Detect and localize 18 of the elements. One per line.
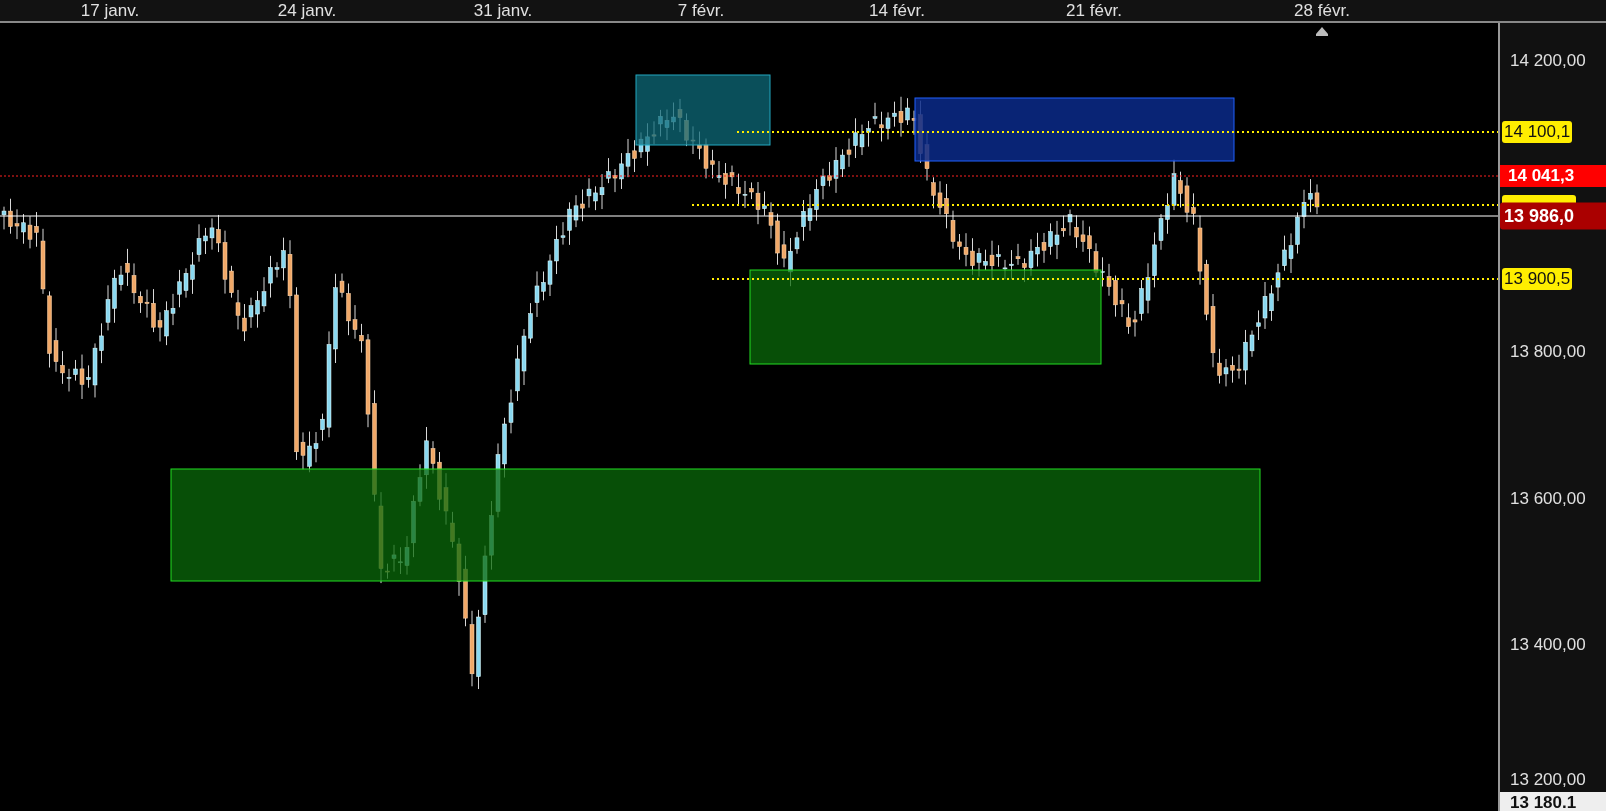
date-label: 17 janv. [80,1,140,21]
price-label: 13 200,00 [1510,770,1586,790]
price-tag: 14 041,3 [1500,165,1606,187]
date-label: 21 févr. [1066,1,1122,21]
price-tag: 13 900,5 [1502,268,1573,290]
price-tag: 13 986,0 [1500,202,1606,230]
price-label: 13 800,00 [1510,342,1586,362]
date-label: 7 févr. [677,1,725,21]
price-label: 14 200,00 [1510,51,1586,71]
marker-icon [1316,27,1328,36]
price-label: 13 400,00 [1510,635,1586,655]
date-label: 28 févr. [1294,1,1350,21]
date-label: 24 janv. [277,1,337,21]
date-label: 31 janv. [473,1,533,21]
price-tag: 13 180.1 [1500,792,1606,811]
price-tag: 14 100,1 [1502,121,1573,143]
price-label: 13 600,00 [1510,489,1586,509]
date-label: 14 févr. [869,1,925,21]
